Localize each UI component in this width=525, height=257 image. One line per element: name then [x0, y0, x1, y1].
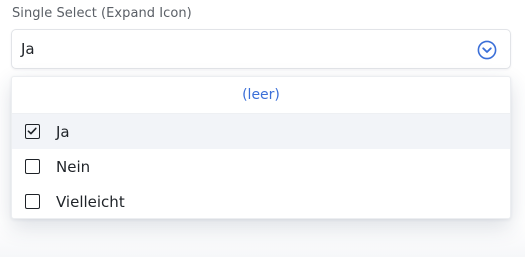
selected-value: Ja	[21, 40, 35, 58]
option-ja[interactable]: Ja	[12, 114, 510, 149]
dropdown-list: (leer) Ja Nein Vielleicht	[11, 76, 511, 219]
empty-option[interactable]: (leer)	[12, 77, 510, 114]
checkbox-icon[interactable]	[25, 194, 40, 209]
field-label: Single Select (Expand Icon)	[12, 6, 192, 21]
option-vielleicht[interactable]: Vielleicht	[12, 184, 510, 218]
option-nein[interactable]: Nein	[12, 149, 510, 184]
option-label: Vielleicht	[56, 192, 125, 211]
option-label: Ja	[56, 122, 70, 141]
background-fade	[0, 222, 525, 257]
checkbox-icon[interactable]	[25, 159, 40, 174]
select-demo: Single Select (Expand Icon) Ja (leer) Ja…	[0, 0, 525, 257]
option-label: Nein	[56, 157, 91, 176]
single-select[interactable]: Ja	[11, 29, 511, 69]
checkbox-checked-icon[interactable]	[25, 124, 40, 139]
chevron-down-circle-icon[interactable]	[477, 40, 497, 60]
